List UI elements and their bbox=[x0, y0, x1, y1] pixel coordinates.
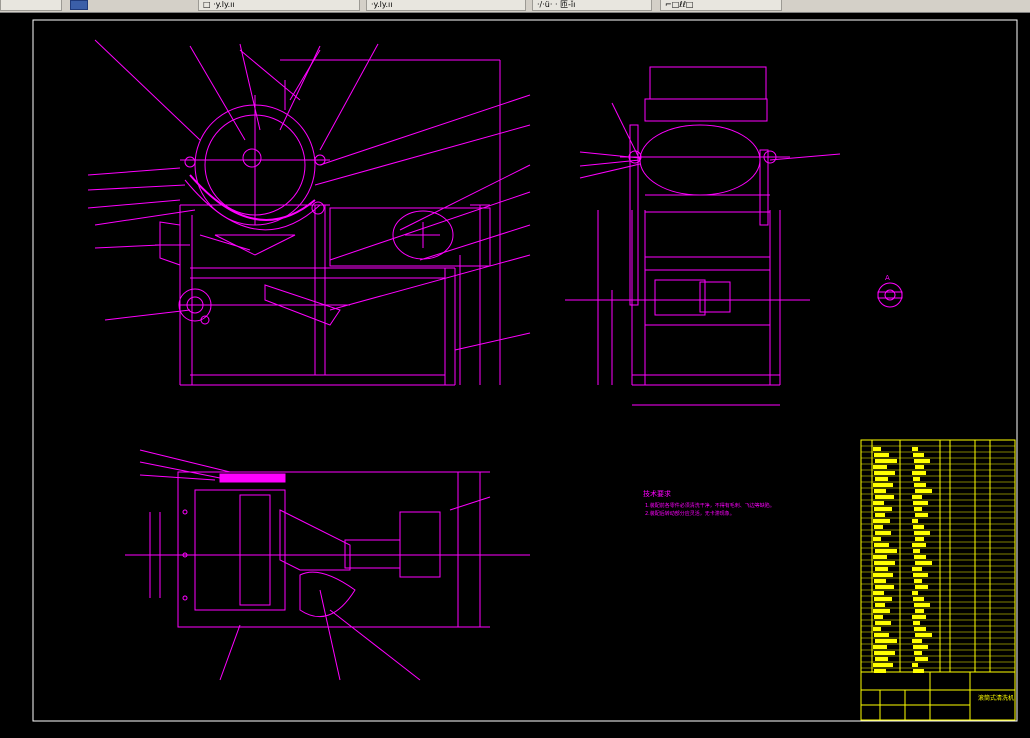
table-cell-fill bbox=[874, 561, 895, 565]
table-cell-fill bbox=[913, 645, 928, 649]
table-cell-fill bbox=[873, 573, 893, 577]
table-cell-fill bbox=[914, 459, 930, 463]
table-cell-fill bbox=[913, 501, 928, 505]
table-cell-fill bbox=[912, 567, 922, 571]
toolbar-tab[interactable]: ·y.ly.ıı bbox=[366, 0, 526, 11]
document-icon[interactable] bbox=[70, 0, 88, 10]
technical-notes: 技术要求 1.装配前各零件必须清洗干净，不得有毛刺、飞边等缺陷。 2.装配后转动… bbox=[643, 489, 775, 517]
table-cell-fill bbox=[873, 627, 881, 631]
table-cell-fill bbox=[915, 489, 932, 493]
title-block: 滚筒式清洗机 bbox=[860, 671, 1016, 721]
table-cell-fill bbox=[912, 591, 918, 595]
table-cell-fill bbox=[873, 483, 893, 487]
notes-title: 技术要求 bbox=[643, 489, 671, 498]
tab-label: ⌐□ℓℓ□ bbox=[665, 0, 694, 9]
table-cell-fill bbox=[912, 663, 918, 667]
table-cell-fill bbox=[914, 603, 930, 607]
table-cell-fill bbox=[873, 537, 881, 541]
table-cell-fill bbox=[875, 477, 888, 481]
top-view bbox=[125, 449, 530, 681]
table-cell-fill bbox=[915, 633, 932, 637]
tab-label: □ ·y.ly.ıı bbox=[203, 0, 235, 9]
table-cell-fill bbox=[875, 495, 894, 499]
table-cell-fill bbox=[914, 555, 926, 559]
table-cell-fill bbox=[875, 567, 888, 571]
table-cell-fill bbox=[912, 519, 918, 523]
table-cell-fill bbox=[912, 615, 926, 619]
table-cell-fill bbox=[874, 471, 895, 475]
table-cell-fill bbox=[874, 633, 889, 637]
table-cell-fill bbox=[912, 471, 926, 475]
toolbar-tab[interactable] bbox=[0, 0, 62, 11]
table-cell-fill bbox=[912, 495, 922, 499]
notes-line: 2.装配后转动部分应灵活，无卡滞现象。 bbox=[645, 510, 735, 517]
parts-list-rows bbox=[861, 445, 1015, 673]
table-cell-fill bbox=[874, 615, 883, 619]
table-cell-fill bbox=[914, 579, 922, 583]
table-cell-fill bbox=[913, 621, 920, 625]
table-cell-fill bbox=[874, 453, 889, 457]
table-cell-fill bbox=[873, 555, 887, 559]
table-cell-fill bbox=[915, 537, 924, 541]
table-cell-fill bbox=[914, 651, 922, 655]
table-cell-fill bbox=[914, 531, 930, 535]
detail-label: A bbox=[885, 274, 890, 282]
table-cell-fill bbox=[874, 597, 892, 601]
table-cell-fill bbox=[874, 651, 895, 655]
table-cell-fill bbox=[875, 531, 891, 535]
table-cell-fill bbox=[875, 621, 891, 625]
table-cell-fill bbox=[874, 489, 886, 493]
table-cell-fill bbox=[915, 609, 924, 613]
table-cell-fill bbox=[873, 645, 887, 649]
toolbar-tab[interactable]: ⌐□ℓℓ□ bbox=[660, 0, 782, 11]
table-cell-fill bbox=[915, 561, 932, 565]
table-cell-fill bbox=[873, 519, 890, 523]
table-cell-fill bbox=[875, 657, 888, 661]
table-cell-fill bbox=[913, 525, 924, 529]
table-cell-fill bbox=[915, 513, 928, 517]
table-cell-fill bbox=[875, 459, 897, 463]
table-cell-fill bbox=[874, 525, 883, 529]
toolbar-tab[interactable]: □ ·y.ly.ıı bbox=[198, 0, 360, 11]
table-cell-fill bbox=[875, 585, 894, 589]
tab-label: ·y.ly.ıı bbox=[371, 0, 393, 9]
tab-label: ·/·ü· · 匝-ǐı bbox=[537, 0, 576, 9]
table-cell-fill bbox=[873, 663, 893, 667]
detail-view: A bbox=[877, 274, 903, 308]
table-cell-fill bbox=[915, 657, 928, 661]
table-cell-fill bbox=[913, 477, 920, 481]
table-cell-fill bbox=[912, 447, 918, 451]
table-cell-fill bbox=[873, 447, 881, 451]
table-cell-fill bbox=[912, 543, 926, 547]
table-cell-fill bbox=[913, 549, 920, 553]
notes-line: 1.装配前各零件必须清洗干净，不得有毛刺、飞边等缺陷。 bbox=[645, 502, 775, 509]
table-cell-fill bbox=[875, 549, 897, 553]
table-cell-fill bbox=[874, 507, 892, 511]
table-cell-fill bbox=[873, 501, 884, 505]
table-cell-fill bbox=[915, 465, 924, 469]
table-cell-fill bbox=[874, 579, 886, 583]
table-cell-fill bbox=[875, 603, 885, 607]
table-cell-fill bbox=[875, 513, 885, 517]
front-view bbox=[87, 39, 531, 386]
drawing-frame bbox=[32, 19, 1018, 722]
table-cell-fill bbox=[914, 627, 926, 631]
table-cell-fill bbox=[914, 483, 926, 487]
table-cell-fill bbox=[873, 591, 884, 595]
table-cell-fill bbox=[913, 573, 928, 577]
side-view bbox=[565, 66, 841, 406]
cad-drawing: A 技术要求 1.装配前各零件必须清洗干净，不得有毛刺、飞边等缺陷。 2.装配后… bbox=[32, 19, 1018, 722]
table-cell-fill bbox=[873, 465, 887, 469]
table-cell-fill bbox=[913, 453, 924, 457]
table-cell-fill bbox=[914, 507, 922, 511]
table-cell-fill bbox=[913, 597, 924, 601]
title-block-name: 滚筒式清洗机 bbox=[978, 694, 1014, 702]
table-cell-fill bbox=[912, 639, 922, 643]
table-cell-fill bbox=[875, 639, 897, 643]
toolbar-tab[interactable]: ·/·ü· · 匝-ǐı bbox=[532, 0, 652, 11]
table-cell-fill bbox=[915, 585, 928, 589]
table-cell-fill bbox=[873, 609, 890, 613]
table-cell-fill bbox=[874, 543, 889, 547]
drawing-canvas[interactable]: A 技术要求 1.装配前各零件必须清洗干净，不得有毛刺、飞边等缺陷。 2.装配后… bbox=[0, 12, 1030, 734]
